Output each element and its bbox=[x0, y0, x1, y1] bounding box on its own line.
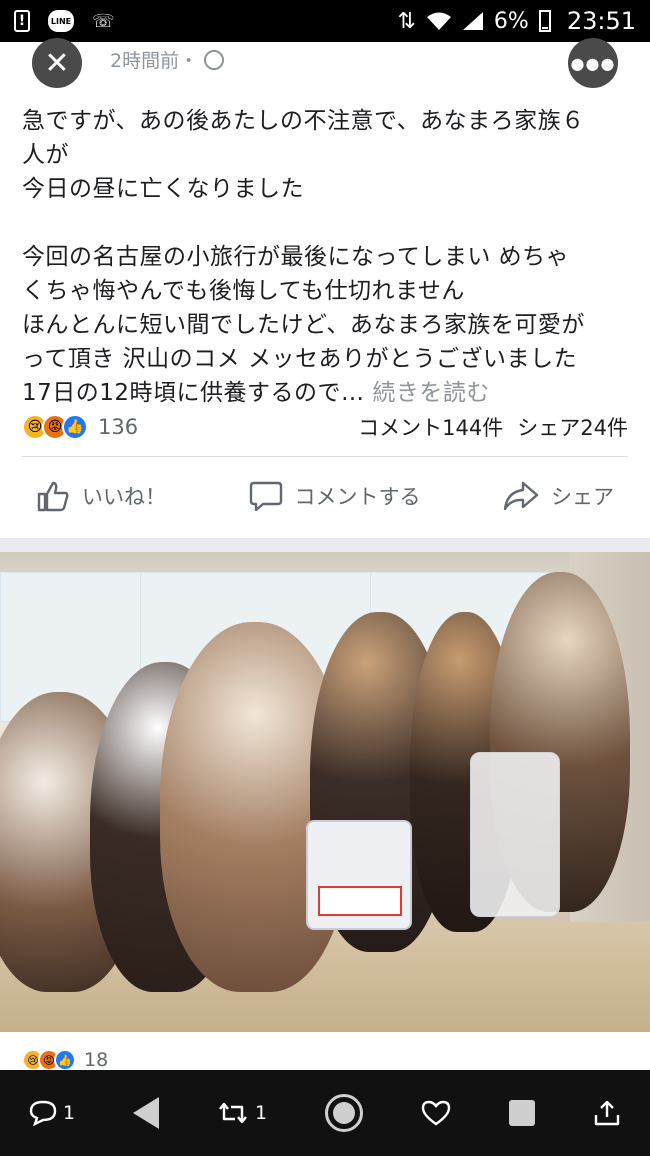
reactions-summary[interactable]: 😢 😡 👍 136 コメント144件 シェア24件 bbox=[22, 410, 628, 444]
status-bar: ! LINE ☏ ⇅ 6% 23:51 bbox=[0, 0, 650, 42]
alert-icon: ! bbox=[14, 10, 30, 32]
upload-button[interactable] bbox=[593, 1099, 621, 1127]
share-button[interactable]: シェア bbox=[503, 480, 614, 512]
retweet-icon bbox=[219, 1102, 247, 1124]
comment-button[interactable]: コメントする bbox=[249, 480, 421, 512]
comment-count-link[interactable]: コメント144件 bbox=[358, 412, 503, 442]
like-reaction-icon: 👍 bbox=[62, 414, 88, 440]
post-line: くちゃ悔やんでも後悔しても仕切れません bbox=[22, 278, 465, 304]
wifi-calling-icon: ☏ bbox=[92, 10, 115, 32]
post-line: 急ですが、あの後あたしの不注意で、あなまろ家族６ bbox=[22, 108, 585, 134]
share-icon bbox=[503, 481, 539, 511]
divider bbox=[22, 456, 628, 457]
home-button[interactable] bbox=[325, 1094, 364, 1132]
post-line: 17日の12時頃に供養するので… bbox=[22, 380, 365, 406]
like-icon bbox=[37, 481, 69, 512]
close-button[interactable]: ✕ bbox=[32, 38, 82, 88]
battery-icon bbox=[538, 10, 551, 32]
post-header: ✕ 2時間前・ ●●● bbox=[0, 38, 650, 88]
heart-icon bbox=[421, 1100, 451, 1126]
more-options-button[interactable]: ●●● bbox=[568, 38, 618, 88]
photo-reaction-count: 18 bbox=[84, 1049, 109, 1071]
reply-icon bbox=[29, 1100, 57, 1126]
section-separator bbox=[0, 538, 650, 552]
battery-percent: 6% bbox=[493, 8, 529, 34]
tub-label bbox=[318, 886, 402, 916]
see-more-link[interactable]: 続きを読む bbox=[372, 380, 490, 406]
data-transfer-icon: ⇅ bbox=[397, 8, 416, 34]
bottom-bar: 1 1 bbox=[0, 1070, 650, 1156]
plastic-tub bbox=[306, 820, 412, 930]
reaction-count: 136 bbox=[98, 415, 139, 439]
post-photo[interactable] bbox=[0, 552, 650, 1032]
close-icon: ✕ bbox=[44, 45, 70, 81]
upload-icon bbox=[594, 1100, 620, 1126]
post-line: 今回の名古屋の小旅行が最後になってしまい めちゃ bbox=[22, 244, 570, 270]
post-last-line: 17日の12時頃に供養するので… 続きを読む bbox=[22, 376, 634, 410]
back-button[interactable] bbox=[133, 1097, 160, 1129]
recent-apps-button[interactable] bbox=[509, 1100, 536, 1126]
post-line: 今日の昼に亡くなりました bbox=[22, 176, 304, 202]
line-app-icon: LINE bbox=[48, 10, 74, 32]
post-line: 人が bbox=[22, 142, 69, 168]
screen: ! LINE ☏ ⇅ 6% 23:51 ✕ 2時間前・ ●●● 急ですが、あの後… bbox=[0, 0, 650, 1156]
share-count-link[interactable]: シェア24件 bbox=[517, 412, 628, 442]
retweet-button[interactable]: 1 bbox=[217, 1101, 267, 1125]
share-label: シェア bbox=[551, 485, 614, 509]
wifi-icon bbox=[426, 12, 451, 30]
like-reaction-icon: 👍 bbox=[54, 1049, 76, 1071]
post-line: って頂き 沢山のコメ メッセありがとうございました bbox=[22, 346, 577, 372]
globe-icon bbox=[204, 49, 225, 70]
retweet-count: 1 bbox=[255, 1102, 268, 1124]
signal-icon bbox=[462, 12, 483, 30]
post-time-text: 2時間前・ bbox=[110, 50, 199, 72]
post-timestamp: 2時間前・ bbox=[110, 46, 225, 73]
post-line: ほんとんに短い間でしたけど、あなまろ家族を可愛が bbox=[22, 312, 585, 338]
like-label: いいね！ bbox=[82, 485, 166, 509]
reply-button[interactable]: 1 bbox=[29, 1100, 75, 1126]
more-icon: ●●● bbox=[570, 53, 616, 73]
comment-label: コメントする bbox=[294, 485, 421, 509]
plastic-bag bbox=[470, 752, 560, 917]
comment-icon bbox=[249, 481, 282, 512]
post-actions: いいね！ コメントする シェア bbox=[22, 468, 628, 524]
post-body: 急ですが、あの後あたしの不注意で、あなまろ家族６ 人が 今日の昼に亡くなりました… bbox=[22, 104, 634, 410]
like-button[interactable]: いいね！ bbox=[36, 480, 166, 512]
reply-count: 1 bbox=[62, 1102, 76, 1124]
clock: 23:51 bbox=[566, 7, 636, 35]
like-heart-button[interactable] bbox=[421, 1100, 451, 1126]
